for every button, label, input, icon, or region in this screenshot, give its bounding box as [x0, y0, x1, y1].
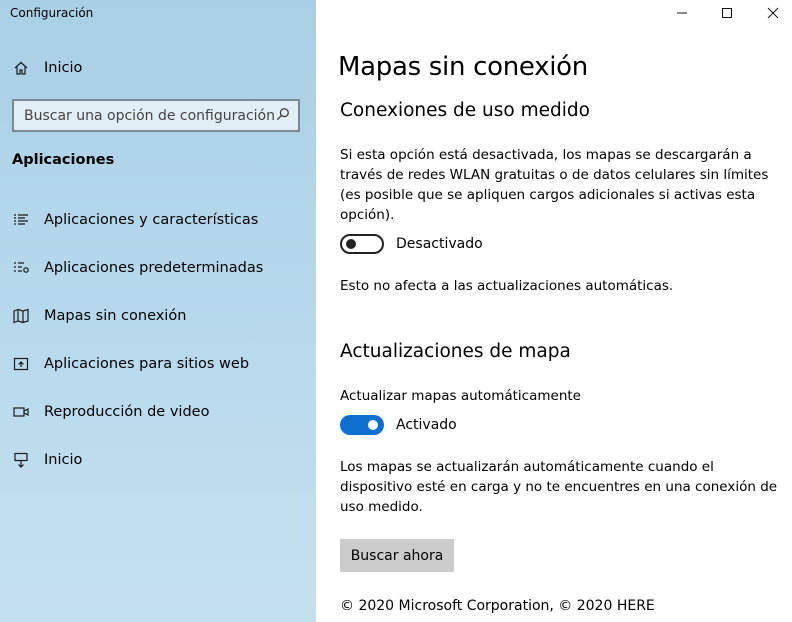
auto-update-toggle-row: Activado: [340, 415, 457, 435]
search-input[interactable]: [24, 107, 276, 124]
auto-update-toggle-state: Activado: [396, 417, 457, 433]
check-now-button[interactable]: Buscar ahora: [340, 539, 454, 572]
home-nav-label: Inicio: [44, 60, 83, 76]
metered-description: Si esta opción está desactivada, los map…: [340, 147, 769, 223]
main-content: Mapas sin conexión Conexiones de uso med…: [316, 0, 792, 622]
updates-description: Los mapas se actualizarán automáticament…: [340, 459, 778, 515]
auto-update-toggle[interactable]: [340, 415, 384, 435]
search-icon[interactable]: [276, 106, 290, 125]
metered-toggle-state: Desactivado: [396, 236, 483, 252]
app-title: Configuración: [10, 6, 94, 20]
sidebar-item-apps-websites[interactable]: Aplicaciones para sitios web: [12, 355, 249, 373]
metered-toggle[interactable]: [340, 234, 384, 254]
sidebar-item-label: Aplicaciones predeterminadas: [44, 260, 264, 276]
sidebar-item-label: Mapas sin conexión: [44, 308, 187, 324]
toggle-knob: [346, 239, 356, 249]
copyright-text: © 2020 Microsoft Corporation, © 2020 HER…: [340, 598, 655, 614]
sidebar: Configuración Inicio Aplicaciones Aplica…: [0, 0, 316, 622]
sidebar-item-label: Aplicaciones y características: [44, 212, 259, 228]
toggle-knob: [368, 420, 378, 430]
auto-update-label: Actualizar mapas automáticamente: [340, 388, 581, 404]
search-box[interactable]: [12, 99, 300, 132]
updates-heading: Actualizaciones de mapa: [340, 341, 571, 362]
startup-icon: [12, 451, 30, 469]
sidebar-item-apps-features[interactable]: Aplicaciones y características: [12, 211, 258, 229]
sidebar-item-default-apps[interactable]: Aplicaciones predeterminadas: [12, 259, 263, 277]
metered-toggle-row: Desactivado: [340, 234, 483, 254]
home-nav-item[interactable]: Inicio: [12, 59, 82, 77]
list-icon: [12, 211, 30, 229]
sidebar-item-label: Inicio: [44, 452, 83, 468]
home-icon: [12, 59, 30, 77]
map-icon: [12, 307, 30, 325]
sidebar-item-label: Reproducción de video: [44, 404, 210, 420]
sidebar-item-video-playback[interactable]: Reproducción de video: [12, 403, 209, 421]
sidebar-item-offline-maps[interactable]: Mapas sin conexión: [12, 307, 186, 325]
metered-heading: Conexiones de uso medido: [340, 100, 590, 121]
sidebar-item-startup[interactable]: Inicio: [12, 451, 82, 469]
page-title: Mapas sin conexión: [338, 52, 588, 82]
sidebar-item-label: Aplicaciones para sitios web: [44, 356, 250, 372]
open-in-new-window-icon: [12, 355, 30, 373]
metered-note: Esto no afecta a las actualizaciones aut…: [340, 278, 674, 294]
default-apps-icon: [12, 259, 30, 277]
video-icon: [12, 403, 30, 421]
section-heading: Aplicaciones: [12, 152, 115, 168]
